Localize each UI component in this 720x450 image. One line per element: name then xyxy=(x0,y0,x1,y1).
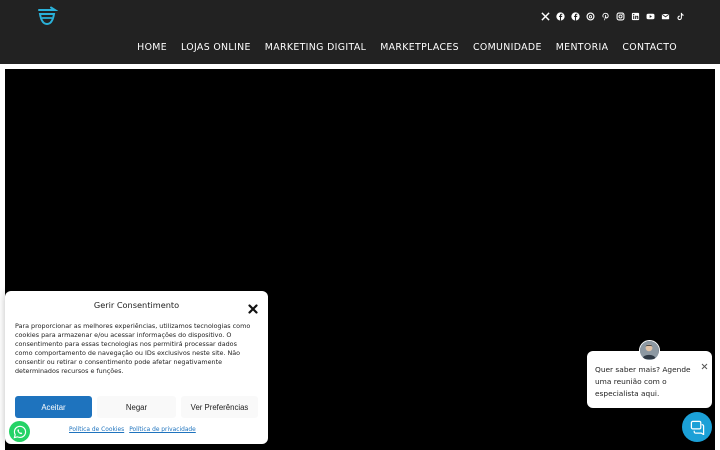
nav-item-marketplaces[interactable]: MARKETPLACES xyxy=(380,42,459,54)
site-header: HOME LOJAS ONLINE MARKETING DIGITAL MARK… xyxy=(0,0,720,64)
chat-message: Quer saber mais? Agende uma reunião com … xyxy=(595,365,691,399)
nav-item-contacto[interactable]: CONTACTO xyxy=(622,42,677,54)
tiktok-icon[interactable] xyxy=(675,11,686,22)
accept-button[interactable]: Aceitar xyxy=(15,396,92,418)
privacy-policy-link[interactable]: Política de privacidade xyxy=(129,427,196,433)
pinterest-icon[interactable] xyxy=(600,11,611,22)
nav-item-lojas-online[interactable]: LOJAS ONLINE xyxy=(181,42,251,54)
cookie-policy-link[interactable]: Política de Cookies xyxy=(69,427,124,433)
facebook-alt-icon[interactable] xyxy=(570,11,581,22)
x-icon[interactable] xyxy=(540,11,551,22)
avatar xyxy=(639,340,660,361)
main-nav: HOME LOJAS ONLINE MARKETING DIGITAL MARK… xyxy=(137,42,677,54)
whatsapp-icon xyxy=(13,425,26,438)
email-icon[interactable] xyxy=(660,11,671,22)
youtube-icon[interactable] xyxy=(645,11,656,22)
nav-item-marketing-digital[interactable]: MARKETING DIGITAL xyxy=(265,42,366,54)
chat-launcher-button[interactable] xyxy=(682,412,712,442)
close-icon[interactable] xyxy=(701,355,708,370)
whatsapp-button[interactable] xyxy=(9,421,30,442)
nav-item-home[interactable]: HOME xyxy=(137,42,167,54)
linkedin-icon[interactable] xyxy=(630,11,641,22)
basket-logo-icon xyxy=(38,6,59,26)
consent-description: Para proporcionar as melhores experiênci… xyxy=(15,322,251,376)
nav-item-comunidade[interactable]: COMUNIDADE xyxy=(473,42,542,54)
consent-links: Política de Cookies Política de privacid… xyxy=(69,427,196,433)
social-links xyxy=(540,10,686,22)
preferences-button[interactable]: Ver Preferências xyxy=(181,396,258,418)
close-icon[interactable] xyxy=(247,300,259,314)
site-logo[interactable] xyxy=(36,5,59,27)
consent-title: Gerir Consentimento xyxy=(93,300,180,310)
threads-icon[interactable] xyxy=(585,11,596,22)
deny-button[interactable]: Negar xyxy=(97,396,176,418)
facebook-icon[interactable] xyxy=(555,11,566,22)
chat-icon xyxy=(690,420,704,435)
consent-dialog: Gerir Consentimento Para proporcionar as… xyxy=(5,291,268,444)
nav-item-mentoria[interactable]: MENTORIA xyxy=(556,42,609,54)
instagram-icon[interactable] xyxy=(615,11,626,22)
